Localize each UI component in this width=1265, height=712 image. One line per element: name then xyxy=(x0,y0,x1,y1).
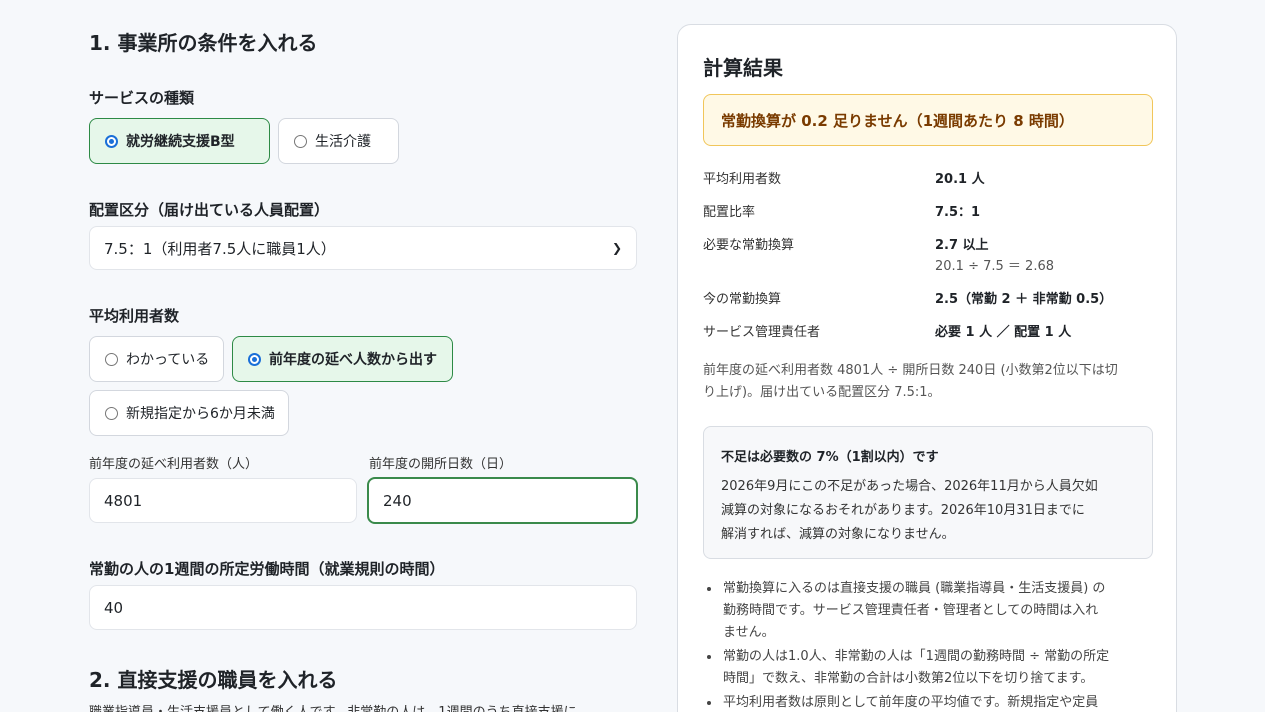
placement-label: 配置区分（届け出ている人員配置） xyxy=(89,201,330,219)
calc-note-line: り上げ)。届け出ている配置区分 7.5:1。 xyxy=(703,385,941,400)
radio-checked-icon xyxy=(248,352,261,366)
result-row-key: 必要な常勤換算 xyxy=(703,238,795,253)
shortage-alert: 常勤換算が 0.2 足りません（1週間あたり 8 時間） xyxy=(703,94,1153,146)
avg-users-option-label: 前年度の延べ人数から出す xyxy=(269,352,437,368)
result-row-key: 平均利用者数 xyxy=(703,172,782,187)
service-option-b[interactable]: 就労継続支援B型 xyxy=(89,118,270,164)
avg-users-option-new[interactable]: 新規指定から6か月未満 xyxy=(89,390,289,436)
avg-users-option-from-total[interactable]: 前年度の延べ人数から出す xyxy=(232,336,453,382)
shortage-detail-title: 不足は必要数の 7%（1割以内）です xyxy=(721,450,939,465)
service-type-label: サービスの種類 xyxy=(89,89,195,107)
service-option-life-care[interactable]: 生活介護 xyxy=(278,118,399,164)
result-row-value: 2.5（常勤 2 ＋ 非常勤 0.5） xyxy=(935,292,1113,307)
prev-total-users-input[interactable]: 4801 xyxy=(89,478,357,523)
result-row-key: 配置比率 xyxy=(703,205,756,220)
bullet-line: ません。 xyxy=(723,625,775,640)
result-row-formula: 20.1 ÷ 7.5 ＝ 2.68 xyxy=(935,259,1054,274)
result-card: 計算結果 常勤換算が 0.2 足りません（1週間あたり 8 時間） 平均利用者数… xyxy=(677,24,1177,712)
prev-total-users-label: 前年度の延べ利用者数（人） xyxy=(89,457,259,472)
service-option-label: 生活介護 xyxy=(315,134,371,150)
bullet-line: 時間」で数え、非常勤の合計は小数第2位以下を切り捨てます。 xyxy=(723,671,1094,686)
radio-unchecked-icon xyxy=(105,406,118,420)
prev-open-days-input[interactable]: 240 xyxy=(367,477,638,524)
shortage-detail-box: 不足は必要数の 7%（1割以内）です 2026年9月にこの不足があった場合、20… xyxy=(703,426,1153,559)
result-row-value: 20.1 人 xyxy=(935,172,985,187)
avg-users-label: 平均利用者数 xyxy=(89,307,180,325)
input-panel: 1. 事業所の条件を入れる サービスの種類 就労継続支援B型 生活介護 配置区分… xyxy=(89,0,638,712)
bullet-dot-icon xyxy=(707,587,711,591)
placement-select[interactable]: 7.5：1（利用者7.5人に職員1人） ❯ xyxy=(89,226,637,270)
prev-open-days-label: 前年度の開所日数（日） xyxy=(369,457,513,472)
bullet-line: 勤務時間です。サービス管理責任者・管理者としての時間は入れ xyxy=(723,603,1099,618)
bullet-dot-icon xyxy=(707,655,711,659)
radio-checked-icon xyxy=(105,134,118,148)
prev-open-days-value: 240 xyxy=(383,491,412,510)
radio-unchecked-icon xyxy=(105,352,118,366)
weekly-hours-input[interactable]: 40 xyxy=(89,585,637,630)
bullet-line: 平均利用者数は原則として前年度の平均値です。新規指定や定員 xyxy=(723,695,1099,710)
avg-users-option-label: わかっている xyxy=(126,352,210,368)
shortage-detail-line: 2026年9月にこの不足があった場合、2026年11月から人員欠如 xyxy=(721,479,1098,494)
section2-description: 職業指導員・生活支援員として働く人です。非常勤の人は、1週間のうち直接支援に xyxy=(89,701,577,712)
chevron-down-icon: ❯ xyxy=(611,241,622,255)
weekly-hours-value: 40 xyxy=(104,598,124,617)
result-title: 計算結果 xyxy=(703,56,783,80)
section2-title: 2. 直接支援の職員を入れる xyxy=(89,668,338,692)
prev-total-users-value: 4801 xyxy=(104,491,143,510)
radio-unchecked-icon xyxy=(294,134,307,148)
bullet-dot-icon xyxy=(707,701,711,705)
shortage-detail-line: 解消すれば、減算の対象になりません。 xyxy=(721,527,955,542)
service-option-label: 就労継続支援B型 xyxy=(126,134,235,150)
avg-users-option-label: 新規指定から6か月未満 xyxy=(126,406,275,422)
weekly-hours-label: 常勤の人の1週間の所定労働時間（就業規則の時間） xyxy=(89,560,445,578)
shortage-alert-text: 常勤換算が 0.2 足りません（1週間あたり 8 時間） xyxy=(721,111,1074,130)
shortage-detail-line: 減算の対象になるおそれがあります。2026年10月31日までに xyxy=(721,503,1085,518)
result-row-value: 7.5：1 xyxy=(935,205,981,220)
result-row-key: サービス管理責任者 xyxy=(703,325,821,340)
calc-note-line: 前年度の延べ利用者数 4801人 ÷ 開所日数 240日 (小数第2位以下は切 xyxy=(703,363,1118,378)
section1-title: 1. 事業所の条件を入れる xyxy=(89,31,318,55)
result-row-key: 今の常勤換算 xyxy=(703,292,782,307)
avg-users-option-known[interactable]: わかっている xyxy=(89,336,224,382)
result-row-value: 2.7 以上 xyxy=(935,238,989,253)
result-row-value: 必要 1 人 ／ 配置 1 人 xyxy=(935,325,1072,340)
placement-select-value: 7.5：1（利用者7.5人に職員1人） xyxy=(104,239,336,258)
bullet-line: 常勤換算に入るのは直接支援の職員 (職業指導員・生活支援員) の xyxy=(723,581,1106,596)
bullet-line: 常勤の人は1.0人、非常勤の人は「1週間の勤務時間 ÷ 常勤の所定 xyxy=(723,649,1110,664)
